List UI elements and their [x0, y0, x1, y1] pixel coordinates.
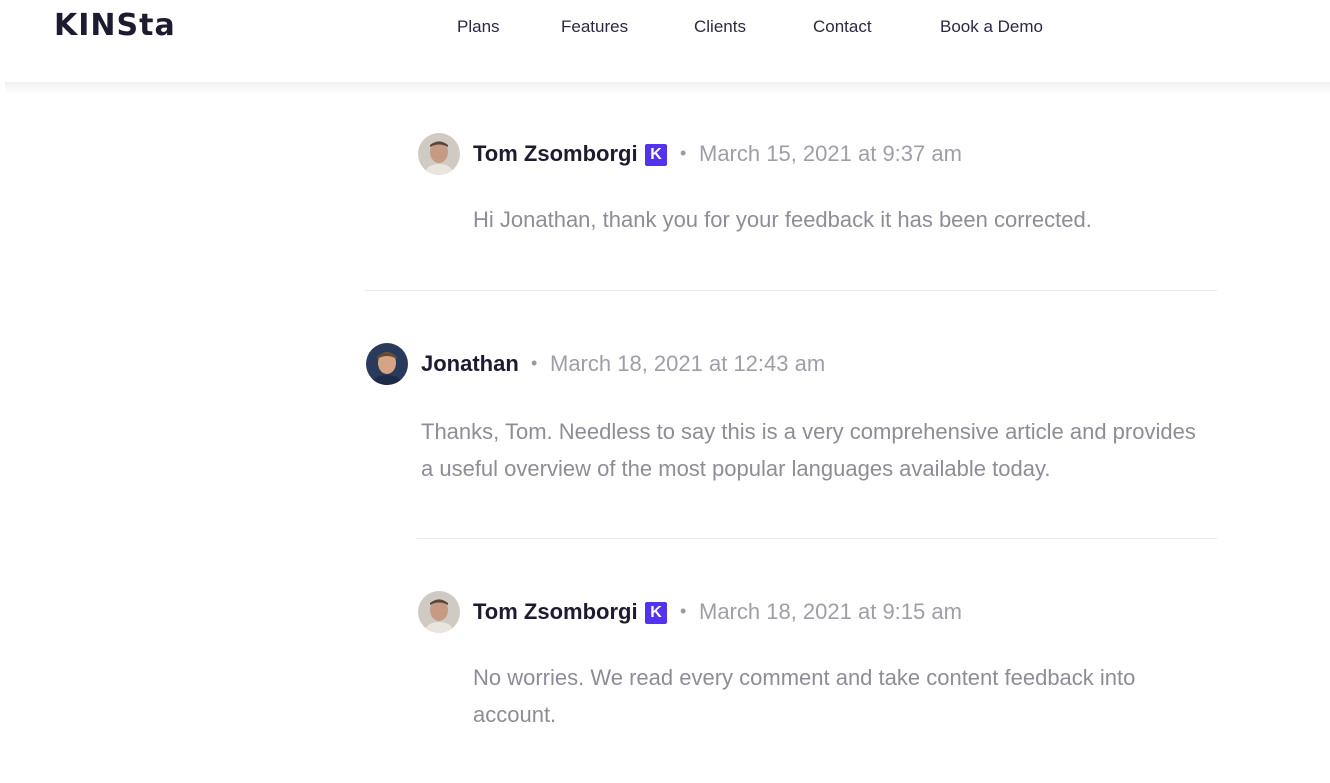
comment: Jonathan • March 18, 2021 at 12:43 am Th… — [366, 343, 1226, 503]
header-shadow — [5, 82, 1330, 94]
nav-item-features[interactable]: Features — [561, 15, 628, 39]
comment-date[interactable]: March 18, 2021 at 12:43 am — [550, 351, 825, 377]
nav-item-plans[interactable]: Plans — [457, 15, 500, 39]
comment-body: Hi Jonathan, thank you for your feedback… — [473, 207, 1092, 232]
meta-separator: • — [531, 353, 538, 373]
comment-reply: Tom Zsomborgi K • March 15, 2021 at 9:37… — [418, 133, 1238, 243]
comment-author[interactable]: Tom Zsomborgi — [473, 141, 638, 167]
kinsta-staff-badge-icon: K — [645, 144, 667, 166]
comment-reply: Tom Zsomborgi K • March 18, 2021 at 9:15… — [418, 591, 1238, 741]
comment-author[interactable]: Tom Zsomborgi — [473, 599, 638, 625]
avatar[interactable] — [418, 133, 460, 175]
nav-item-contact[interactable]: Contact — [813, 15, 872, 39]
comment-body: Thanks, Tom. Needless to say this is a v… — [421, 419, 1196, 481]
avatar[interactable] — [418, 591, 460, 633]
comment-date[interactable]: March 18, 2021 at 9:15 am — [699, 599, 962, 625]
comment-author[interactable]: Jonathan — [421, 351, 519, 377]
kinsta-logo[interactable]: KINSta — [54, 8, 176, 44]
comment-date[interactable]: March 15, 2021 at 9:37 am — [699, 141, 962, 167]
comment-divider — [365, 290, 1217, 291]
comment-divider — [417, 538, 1217, 539]
kinsta-staff-badge-icon: K — [645, 602, 667, 624]
page: KINSta Plans Features Clients Contact Bo… — [0, 0, 1330, 783]
meta-separator: • — [680, 601, 687, 621]
nav-item-clients[interactable]: Clients — [694, 15, 746, 39]
avatar[interactable] — [366, 343, 408, 385]
meta-separator: • — [680, 143, 687, 163]
nav-item-book-demo[interactable]: Book a Demo — [940, 15, 1043, 39]
site-header: KINSta Plans Features Clients Contact Bo… — [0, 0, 1330, 82]
comment-body: No worries. We read every comment and ta… — [473, 665, 1136, 727]
